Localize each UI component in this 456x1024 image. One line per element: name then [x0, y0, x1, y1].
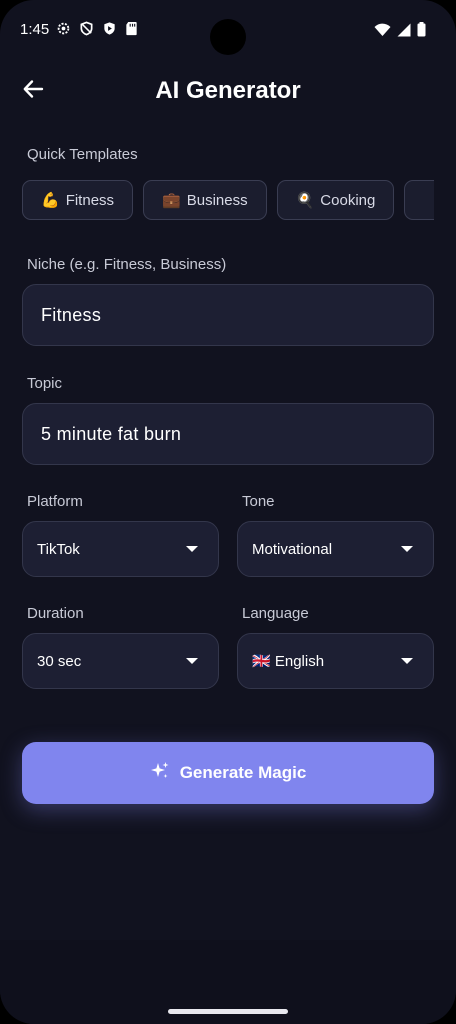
template-chips: 💪 Fitness 💼 Business 🍳 Cooking	[22, 180, 434, 222]
sparkles-icon	[150, 761, 170, 786]
chip-label: Cooking	[320, 191, 376, 209]
template-chip-fitness[interactable]: 💪 Fitness	[22, 180, 134, 220]
page-title: AI Generator	[155, 77, 301, 104]
flexed-biceps-icon: 💪	[41, 192, 60, 209]
shield-icon	[79, 21, 94, 36]
chevron-down-icon	[401, 658, 413, 664]
cooking-icon: 🍳	[295, 192, 315, 209]
play-protect-icon	[102, 21, 117, 36]
generate-label: Generate Magic	[179, 763, 307, 782]
tone-label: Tone	[242, 493, 275, 510]
niche-value: Fitness	[41, 304, 102, 325]
tone-select[interactable]: Motivational	[237, 521, 434, 577]
wifi-icon	[374, 23, 391, 42]
template-chip-more[interactable]	[404, 180, 434, 220]
platform-label: Platform	[27, 493, 83, 510]
chevron-down-icon	[186, 546, 198, 552]
language-value: 🇬🇧 English	[252, 653, 325, 670]
niche-label: Niche (e.g. Fitness, Business)	[27, 256, 227, 273]
topic-input[interactable]: 5 minute fat burn	[22, 403, 434, 465]
language-label: Language	[242, 605, 309, 622]
generate-magic-button[interactable]: Generate Magic	[22, 742, 434, 804]
topic-value: 5 minute fat burn	[41, 423, 182, 444]
chevron-down-icon	[186, 658, 198, 664]
niche-input[interactable]: Fitness	[22, 284, 434, 346]
status-icons-left	[56, 21, 140, 36]
status-icons-right	[374, 22, 426, 42]
tone-value: Motivational	[252, 540, 333, 558]
templates-label: Quick Templates	[27, 146, 138, 163]
platform-value: TikTok	[37, 540, 80, 558]
template-chip-business[interactable]: 💼 Business	[143, 180, 267, 220]
chevron-down-icon	[401, 546, 413, 552]
briefcase-icon: 💼	[162, 192, 181, 209]
camera-cutout	[210, 19, 246, 55]
status-bar: 1:45	[0, 0, 456, 60]
chip-label: Fitness	[65, 191, 115, 209]
sd-card-icon	[125, 21, 140, 36]
duration-label: Duration	[27, 605, 84, 622]
duration-value: 30 sec	[37, 652, 82, 670]
battery-icon	[417, 22, 426, 42]
platform-select[interactable]: TikTok	[22, 521, 219, 577]
template-chip-cooking[interactable]: 🍳 Cooking	[276, 180, 395, 220]
language-select[interactable]: 🇬🇧 English	[237, 633, 434, 689]
chip-label: Business	[186, 191, 248, 209]
status-time: 1:45	[20, 21, 50, 38]
settings-icon	[56, 21, 71, 36]
duration-select[interactable]: 30 sec	[22, 633, 219, 689]
topic-label: Topic	[27, 375, 63, 392]
signal-icon	[397, 23, 411, 42]
app-screen: 1:45 AI Generator Quick Templates 💪 Fitn…	[0, 0, 456, 1024]
home-indicator[interactable]	[168, 1009, 288, 1014]
